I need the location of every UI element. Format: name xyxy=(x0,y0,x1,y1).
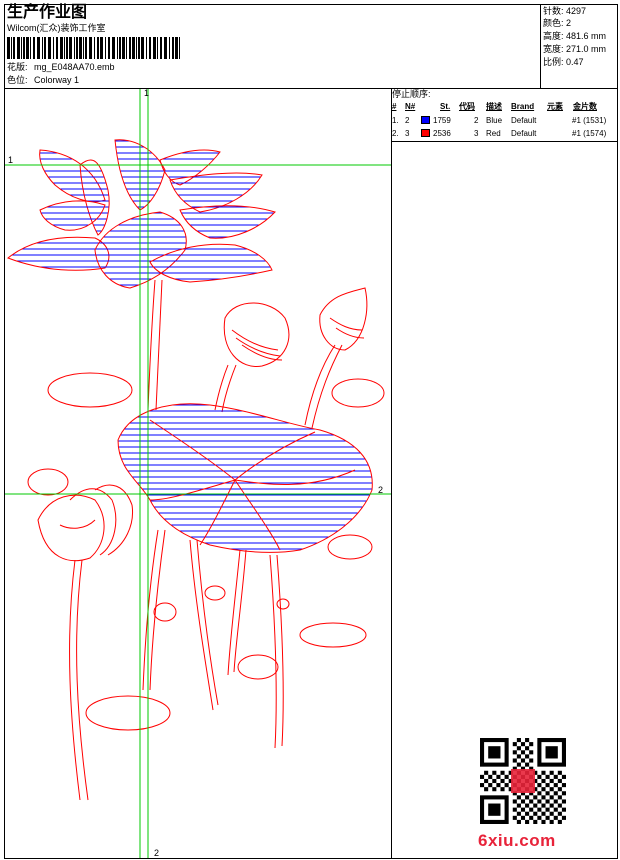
watermark-logo: 6xiu.com xyxy=(478,831,556,850)
guide-label-v-bottom: 2 xyxy=(154,848,159,858)
guide-label-h-right: 2 xyxy=(378,485,383,495)
guide-label-h-left: 1 xyxy=(8,155,13,165)
embroidery-design: 1 2 1 2 xyxy=(5,88,391,858)
lotus-bud xyxy=(223,287,368,367)
lotus-flower-top xyxy=(7,139,276,289)
qr-code xyxy=(480,738,566,824)
lotus-flower-bottom xyxy=(37,484,134,562)
guide-label-v-top: 1 xyxy=(144,88,149,98)
